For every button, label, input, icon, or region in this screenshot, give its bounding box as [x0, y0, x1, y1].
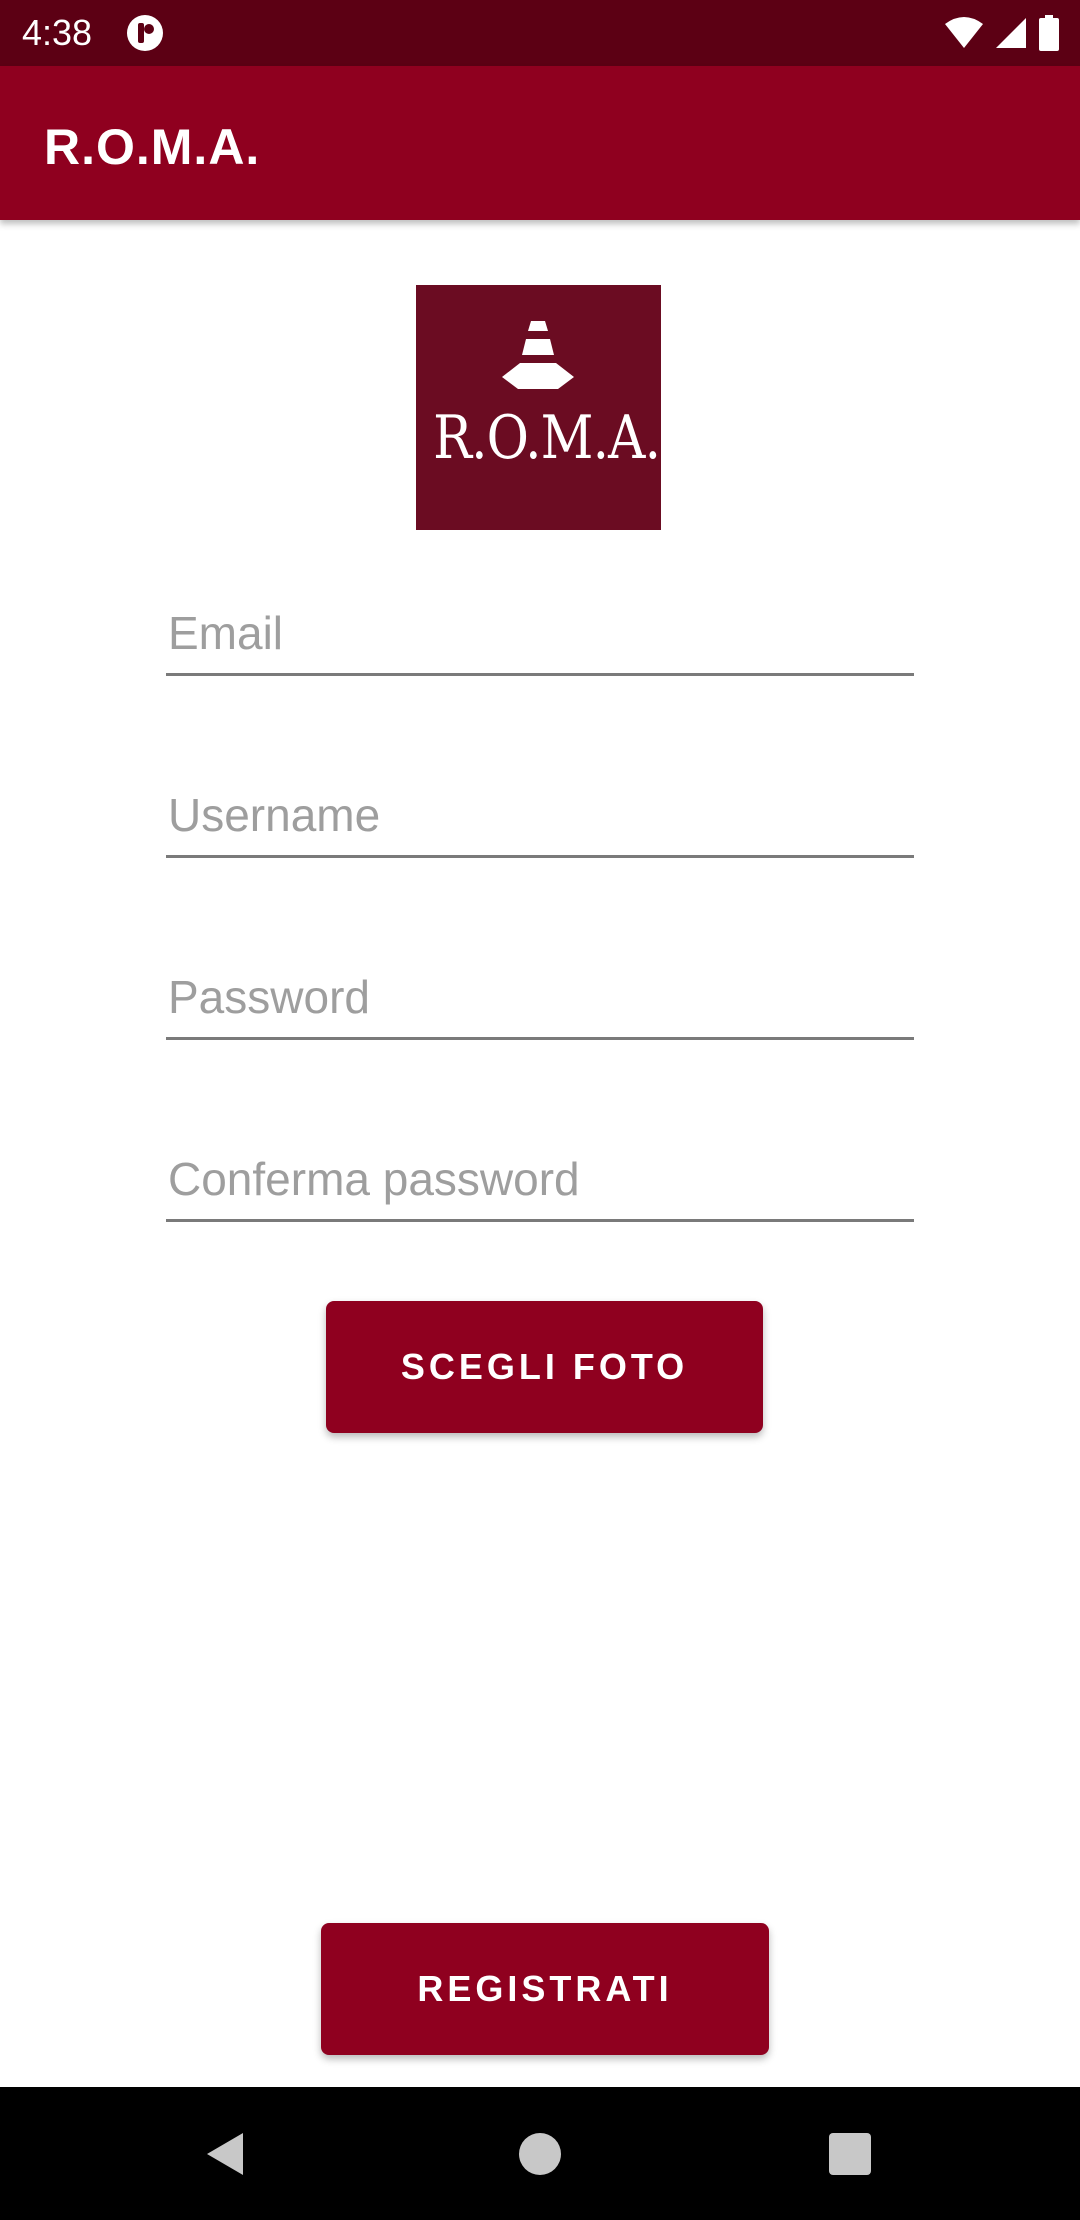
confirm-password-input[interactable] [168, 1149, 908, 1209]
traffic-cone-icon [502, 321, 574, 389]
signal-icon [996, 18, 1026, 48]
email-input[interactable] [168, 603, 908, 663]
app-logo: R.O.M.A. [416, 285, 661, 530]
home-icon[interactable] [517, 2131, 563, 2177]
username-input[interactable] [168, 785, 908, 845]
register-button[interactable]: REGISTRATI [321, 1923, 769, 2055]
status-bar: 4:38 [0, 0, 1080, 66]
wifi-icon [945, 17, 983, 48]
back-icon[interactable] [203, 2131, 249, 2177]
navigation-bar [0, 2087, 1080, 2220]
confirm-password-field[interactable] [166, 1142, 914, 1222]
password-input[interactable] [168, 967, 908, 1027]
status-time: 4:38 [22, 12, 93, 53]
logo-text: R.O.M.A. [433, 403, 661, 473]
app-bar: R.O.M.A. [0, 66, 1080, 220]
username-field[interactable] [166, 778, 914, 858]
recents-icon[interactable] [827, 2131, 873, 2177]
password-field[interactable] [166, 960, 914, 1040]
choose-photo-button[interactable]: SCEGLI FOTO [326, 1301, 763, 1433]
notification-icon [127, 15, 163, 51]
app-title: R.O.M.A. [44, 119, 261, 175]
email-field[interactable] [166, 596, 914, 676]
status-icons [944, 14, 1060, 52]
battery-icon [1039, 15, 1059, 51]
